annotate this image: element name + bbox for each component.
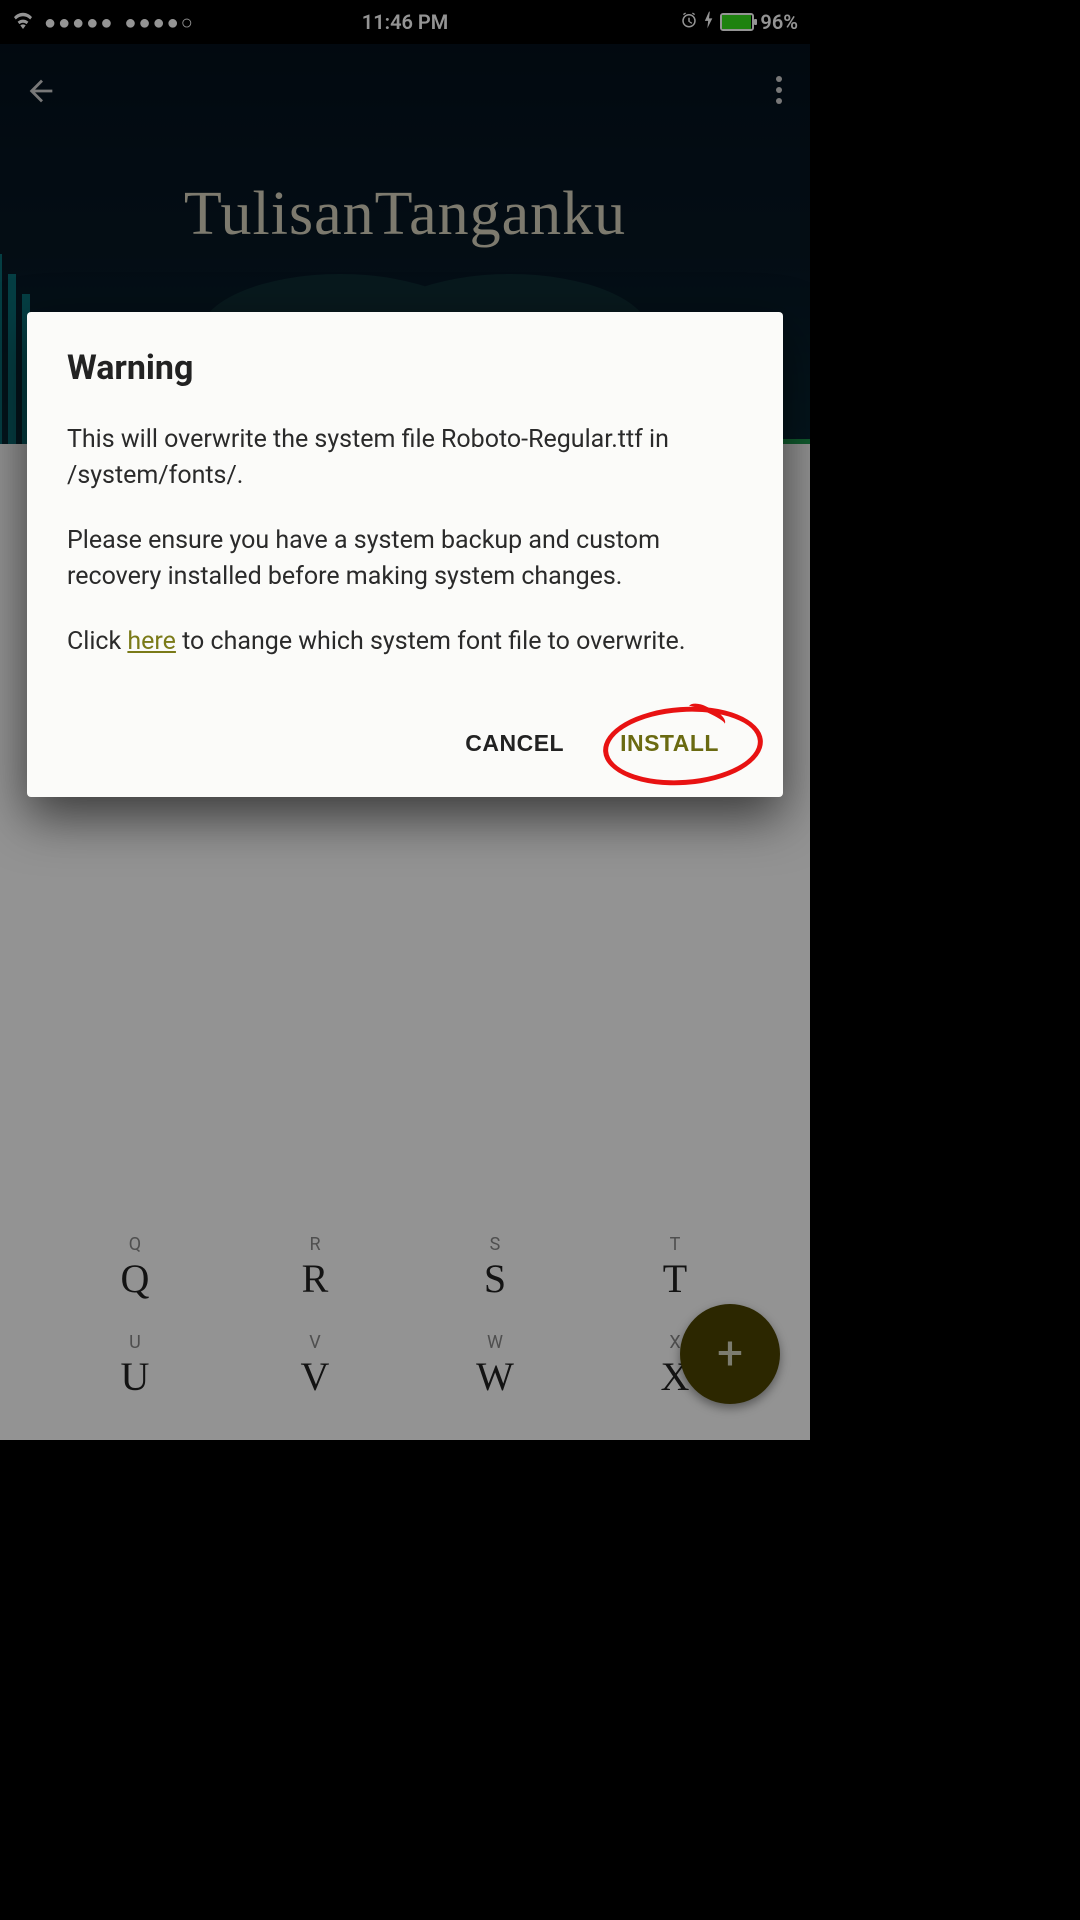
cancel-button[interactable]: CANCEL (457, 720, 572, 767)
dialog-para-1: This will overwrite the system file Robo… (67, 422, 743, 493)
dialog-actions: CANCEL INSTALL (67, 720, 743, 767)
change-font-link[interactable]: here (127, 627, 176, 656)
dialog-body: This will overwrite the system file Robo… (67, 422, 743, 660)
dialog-text: to change which system font file to over… (176, 627, 686, 656)
screen: ●●●●● ●●●●○ 11:46 PM 96% TulisanTanganku (0, 0, 810, 1440)
dialog-text: Click (67, 627, 127, 656)
dialog-para-2: Please ensure you have a system backup a… (67, 523, 743, 594)
warning-dialog: Warning This will overwrite the system f… (27, 312, 783, 797)
dialog-title: Warning (67, 348, 743, 388)
dialog-para-3: Click here to change which system font f… (67, 624, 743, 660)
install-button[interactable]: INSTALL (612, 720, 727, 767)
